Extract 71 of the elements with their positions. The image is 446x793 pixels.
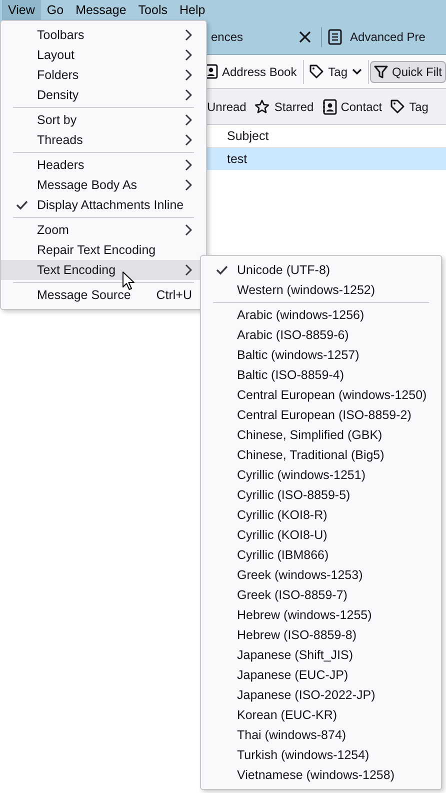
filter-button[interactable]: Unread: [205, 98, 248, 116]
tab-title[interactable]: ences: [211, 30, 244, 44]
contact-card-icon: [322, 98, 337, 114]
tab-title[interactable]: Advanced Pre: [350, 30, 426, 44]
filter-button[interactable]: Contact: [320, 96, 384, 116]
menu-item[interactable]: Layout: [1, 45, 206, 65]
chevron-right-icon: [185, 89, 192, 101]
star-icon: [254, 98, 270, 114]
menu-item[interactable]: Threads: [1, 130, 206, 150]
menu-item[interactable]: Turkish (windows-1254): [201, 745, 441, 765]
menu-item[interactable]: Sort by: [1, 110, 206, 130]
menubar-item[interactable]: View: [2, 0, 41, 20]
menubar-item[interactable]: Help: [173, 0, 212, 20]
menu-item[interactable]: Chinese, Traditional (Big5): [201, 445, 441, 465]
checkmark-icon: [16, 200, 28, 210]
menu-item[interactable]: Arabic (windows-1256): [201, 305, 441, 325]
menu-item[interactable]: Korean (EUC-KR): [201, 705, 441, 725]
menu-item[interactable]: Repair Text Encoding: [1, 240, 206, 260]
subject-text: test: [227, 152, 248, 166]
menu-item[interactable]: Arabic (ISO-8859-6): [201, 325, 441, 345]
menubar-item[interactable]: Go: [40, 0, 70, 20]
menu-item[interactable]: Cyrillic (ISO-8859-5): [201, 485, 441, 505]
menu-item[interactable]: Baltic (windows-1257): [201, 345, 441, 365]
toolbar-button[interactable]: Quick Filt: [370, 60, 446, 82]
document-icon: [328, 29, 342, 45]
chevron-right-icon: [185, 114, 192, 126]
menubar-item[interactable]: Message: [70, 0, 132, 20]
chevron-right-icon: [185, 49, 192, 61]
menu-item[interactable]: Western (windows-1252): [201, 280, 441, 300]
menu-item[interactable]: Cyrillic (KOI8-U): [201, 525, 441, 545]
menu-item[interactable]: Japanese (EUC-JP): [201, 665, 441, 685]
menu-item[interactable]: Baltic (ISO-8859-4): [201, 365, 441, 385]
menu-item[interactable]: Central European (ISO-8859-2): [201, 405, 441, 425]
menu-item[interactable]: Thai (windows-874): [201, 725, 441, 745]
column-header[interactable]: Subject: [227, 129, 269, 143]
checkmark-icon: [216, 265, 228, 275]
menu-item[interactable]: Cyrillic (IBM866): [201, 545, 441, 565]
tag-icon: [390, 99, 406, 114]
menu-item[interactable]: Hebrew (ISO-8859-8): [201, 625, 441, 645]
menu-item[interactable]: Toolbars: [1, 25, 206, 45]
menu-item[interactable]: Message Body As: [1, 175, 206, 195]
chevron-right-icon: [185, 134, 192, 146]
chevron-right-icon: [185, 29, 192, 41]
caret-icon: [352, 68, 362, 75]
menu-item[interactable]: Cyrillic (windows-1251): [201, 465, 441, 485]
menu-item[interactable]: Hebrew (windows-1255): [201, 605, 441, 625]
filter-button[interactable]: Starred: [252, 96, 316, 116]
tag-icon: [309, 64, 324, 79]
menu-item[interactable]: Greek (windows-1253): [201, 565, 441, 585]
filter-button[interactable]: Tag: [388, 97, 430, 116]
menu-item[interactable]: Zoom: [1, 220, 206, 240]
menu-item[interactable]: Cyrillic (KOI8-R): [201, 505, 441, 525]
pointer-icon: [122, 271, 135, 291]
menu-item[interactable]: Display Attachments Inline: [1, 195, 206, 215]
chevron-right-icon: [185, 159, 192, 171]
chevron-right-icon: [185, 69, 192, 81]
chevron-right-icon: [185, 224, 192, 236]
menu-item[interactable]: Folders: [1, 65, 206, 85]
menu-item[interactable]: Central European (windows-1250): [201, 385, 441, 405]
chevron-right-icon: [185, 179, 192, 191]
menu-item[interactable]: Density: [1, 85, 206, 105]
close-icon[interactable]: [299, 31, 312, 43]
toolbar-button[interactable]: Tag: [305, 60, 366, 83]
chevron-right-icon: [185, 264, 192, 276]
menu-item[interactable]: Vietnamese (windows-1258): [201, 765, 441, 785]
menubar-item[interactable]: Tools: [132, 0, 174, 20]
menu-item[interactable]: Japanese (Shift_JIS): [201, 645, 441, 665]
menu-item[interactable]: Japanese (ISO-2022-JP): [201, 685, 441, 705]
menu-item[interactable]: Greek (ISO-8859-7): [201, 585, 441, 605]
menu-item[interactable]: Chinese, Simplified (GBK): [201, 425, 441, 445]
filter-icon: [374, 64, 388, 78]
